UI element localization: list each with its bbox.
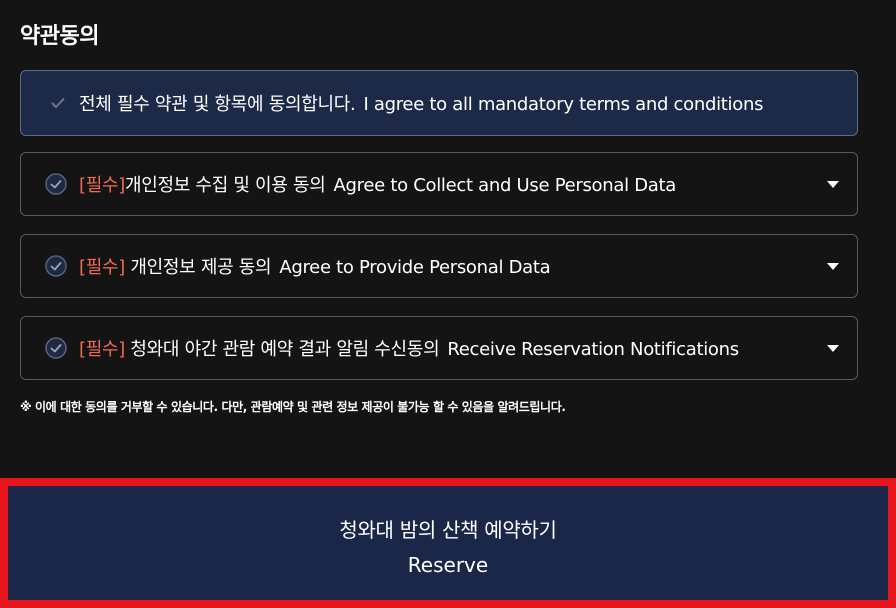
term-label-en: Agree to Provide Personal Data [279, 257, 551, 278]
reserve-button-label-ko: 청와대 밤의 산책 예약하기 [339, 517, 557, 542]
required-tag: [필수] [79, 257, 125, 278]
check-icon [49, 94, 67, 112]
term-label: [필수] 청와대 야간 관람 예약 결과 알림 수신동의 Receive Rese… [79, 335, 739, 361]
term-row-provide-personal-data[interactable]: [필수] 개인정보 제공 동의 Agree to Provide Personal… [20, 234, 858, 298]
term-row-collect-personal-data[interactable]: [필수]개인정보 수집 및 이용 동의 Agree to Collect and … [20, 152, 858, 216]
term-label-ko: 청와대 야간 관람 예약 결과 알림 수신동의 [124, 339, 440, 360]
term-label: [필수] 개인정보 제공 동의 Agree to Provide Personal… [79, 253, 551, 279]
consent-notice: ※ 이에 대한 동의를 거부할 수 있습니다. 다만, 관람예약 및 관련 정보… [20, 400, 566, 414]
term-label: [필수]개인정보 수집 및 이용 동의 Agree to Collect and … [79, 171, 676, 197]
required-tag: [필수] [79, 175, 125, 196]
term-label-ko: 개인정보 수집 및 이용 동의 [124, 175, 326, 196]
caret-down-icon[interactable] [827, 345, 839, 352]
term-label-en: Receive Reservation Notifications [447, 339, 739, 360]
required-tag: [필수] [79, 339, 125, 360]
section-title: 약관동의 [20, 24, 99, 49]
reserve-highlight-outline: 청와대 밤의 산책 예약하기 Reserve [0, 478, 896, 608]
term-row-reservation-notifications[interactable]: [필수] 청와대 야간 관람 예약 결과 알림 수신동의 Receive Rese… [20, 316, 858, 380]
agree-all-label: 전체 필수 약관 및 항목에 동의합니다. I agree to all mand… [79, 90, 763, 116]
caret-down-icon[interactable] [827, 263, 839, 270]
term-label-en: Agree to Collect and Use Personal Data [333, 175, 677, 196]
agree-all-checkbox[interactable]: 전체 필수 약관 및 항목에 동의합니다. I agree to all mand… [20, 70, 858, 136]
check-circle-icon[interactable] [45, 337, 67, 359]
reserve-button-label-en: Reserve [407, 552, 489, 577]
caret-down-icon[interactable] [827, 181, 839, 188]
term-label-ko: 개인정보 제공 동의 [124, 257, 272, 278]
reserve-button[interactable]: 청와대 밤의 산책 예약하기 Reserve [16, 494, 880, 592]
agree-all-label-en: I agree to all mandatory terms and condi… [363, 94, 764, 115]
check-circle-icon[interactable] [45, 173, 67, 195]
check-circle-icon[interactable] [45, 255, 67, 277]
agree-all-label-ko: 전체 필수 약관 및 항목에 동의합니다. [79, 94, 356, 115]
